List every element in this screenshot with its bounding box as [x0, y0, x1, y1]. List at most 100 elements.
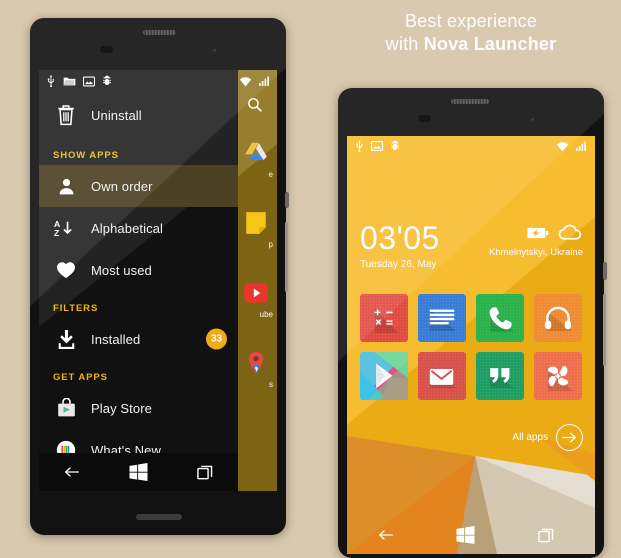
app-tile-pinwheel[interactable]: [534, 352, 582, 400]
download-icon: [53, 329, 79, 350]
signal-icon: [258, 76, 270, 87]
back-arrow-icon[interactable]: [378, 528, 394, 542]
headline-line-1: Best experience: [404, 11, 538, 31]
power-button[interactable]: [285, 192, 289, 208]
cloud-icon: [558, 224, 583, 241]
svg-text:Z: Z: [54, 228, 59, 238]
clock-time: 03'05: [360, 220, 440, 256]
recents-square-icon[interactable]: [538, 528, 554, 543]
all-apps-label: All apps: [512, 432, 548, 443]
svg-text:A: A: [54, 218, 60, 228]
menu-item-uninstall[interactable]: Uninstall: [39, 92, 238, 138]
left-phone-screen[interactable]: e p ube s Uninstall SHOW APPS Own order …: [39, 70, 277, 491]
all-apps-button[interactable]: All apps: [512, 424, 583, 451]
play-store-bag-icon: [53, 398, 79, 418]
debug-bug-icon: [102, 75, 112, 87]
play-store-icon: [360, 352, 408, 400]
proximity-sensor: [213, 49, 216, 52]
clock-widget[interactable]: 03'05 Tuesday 26, May: [360, 222, 440, 270]
tile-texture: [534, 352, 582, 400]
volume-rocker[interactable]: [285, 222, 288, 292]
tile-texture: [534, 294, 582, 342]
windows-home-icon[interactable]: [129, 463, 148, 481]
battery-charging-icon: [527, 226, 549, 240]
screenshot-icon: [83, 76, 95, 87]
app-grid: [360, 294, 582, 400]
usb-icon: [355, 140, 364, 152]
back-arrow-icon[interactable]: [64, 465, 80, 479]
drawer-app-label: s: [269, 380, 273, 389]
tile-texture: [476, 294, 524, 342]
front-camera: [418, 115, 431, 122]
drawer-app-label: ube: [259, 310, 273, 319]
app-tile-music[interactable]: [534, 294, 582, 342]
weather-widget[interactable]: Khmelnytskyi, Ukraine: [489, 224, 583, 258]
right-nav-bar: [347, 516, 585, 554]
tile-texture: [360, 294, 408, 342]
power-button[interactable]: [603, 262, 607, 280]
heart-icon: [53, 261, 79, 279]
app-tile-hangouts[interactable]: [476, 352, 524, 400]
app-tile-phone[interactable]: [476, 294, 524, 342]
drawer-app-label: p: [268, 240, 273, 249]
tile-texture: [418, 294, 466, 342]
wifi-icon: [239, 76, 252, 87]
right-phone-device: 03'05 Tuesday 26, May Khmelnytskyi, Ukra…: [338, 88, 604, 558]
headline: Best experience with Nova Launcher: [338, 10, 604, 56]
menu-item-own-order[interactable]: Own order: [39, 165, 238, 207]
tile-texture: [476, 352, 524, 400]
menu-item-label: Play Store: [91, 400, 152, 416]
promo-image: Best experience with Nova Launcher e p u…: [0, 0, 621, 558]
person-icon: [53, 177, 79, 196]
right-status-bar: [347, 136, 595, 156]
maps-icon: [243, 350, 269, 376]
menu-section-title-get-apps: GET APPS: [53, 372, 108, 383]
youtube-icon: [243, 280, 269, 306]
signal-icon: [575, 141, 587, 152]
installed-count-badge: 33: [206, 328, 227, 350]
earpiece-speaker: [451, 99, 489, 104]
app-tile-messages[interactable]: [418, 294, 466, 342]
menu-item-most-used[interactable]: Most used: [39, 249, 238, 291]
usb-icon: [46, 75, 56, 87]
headline-prefix: with: [385, 34, 424, 55]
menu-item-installed[interactable]: Installed 33: [39, 318, 238, 360]
bottom-speaker: [136, 514, 182, 520]
drawer-search-button[interactable]: [246, 96, 263, 113]
menu-item-label: Installed: [91, 331, 141, 347]
menu-item-play-store[interactable]: Play Store: [39, 387, 238, 429]
screenshot-icon: [371, 141, 383, 151]
clock-date: Tuesday 26, May: [360, 259, 437, 270]
volume-rocker[interactable]: [603, 294, 606, 366]
drive-icon: [243, 140, 269, 166]
keep-icon: [243, 210, 269, 236]
trash-icon: [53, 104, 79, 126]
folder-icon: [63, 76, 76, 87]
left-status-bar: [39, 70, 238, 92]
app-drawer-menu[interactable]: Uninstall SHOW APPS Own order A Z Alphab…: [39, 70, 238, 491]
menu-item-label: Most used: [91, 262, 152, 278]
drawer-app-label: e: [268, 170, 273, 179]
menu-item-alphabetical[interactable]: A Z Alphabetical: [39, 207, 238, 249]
headline-brand: Nova Launcher: [423, 34, 557, 55]
menu-item-label: Own order: [91, 178, 153, 194]
wifi-icon: [556, 141, 569, 152]
app-tile-calculator[interactable]: [360, 294, 408, 342]
sort-az-icon: A Z: [53, 218, 79, 239]
app-tile-play-store[interactable]: [360, 352, 408, 400]
headline-line-2: with Nova Launcher: [338, 33, 604, 56]
menu-item-label: Alphabetical: [91, 220, 164, 236]
front-camera: [100, 46, 113, 53]
right-phone-screen[interactable]: 03'05 Tuesday 26, May Khmelnytskyi, Ukra…: [347, 136, 595, 554]
menu-section-title-filters: FILTERS: [53, 303, 99, 314]
app-tile-email[interactable]: [418, 352, 466, 400]
proximity-sensor: [531, 118, 534, 121]
home-screen[interactable]: 03'05 Tuesday 26, May Khmelnytskyi, Ukra…: [347, 136, 595, 554]
windows-home-icon[interactable]: [456, 526, 475, 544]
left-phone-device: e p ube s Uninstall SHOW APPS Own order …: [30, 18, 286, 535]
menu-section-title-show-apps: SHOW APPS: [53, 150, 119, 161]
left-nav-bar: [39, 453, 238, 491]
weather-location: Khmelnytskyi, Ukraine: [489, 247, 583, 258]
recents-square-icon[interactable]: [197, 465, 213, 480]
arrow-right-circle-icon: [556, 424, 583, 451]
